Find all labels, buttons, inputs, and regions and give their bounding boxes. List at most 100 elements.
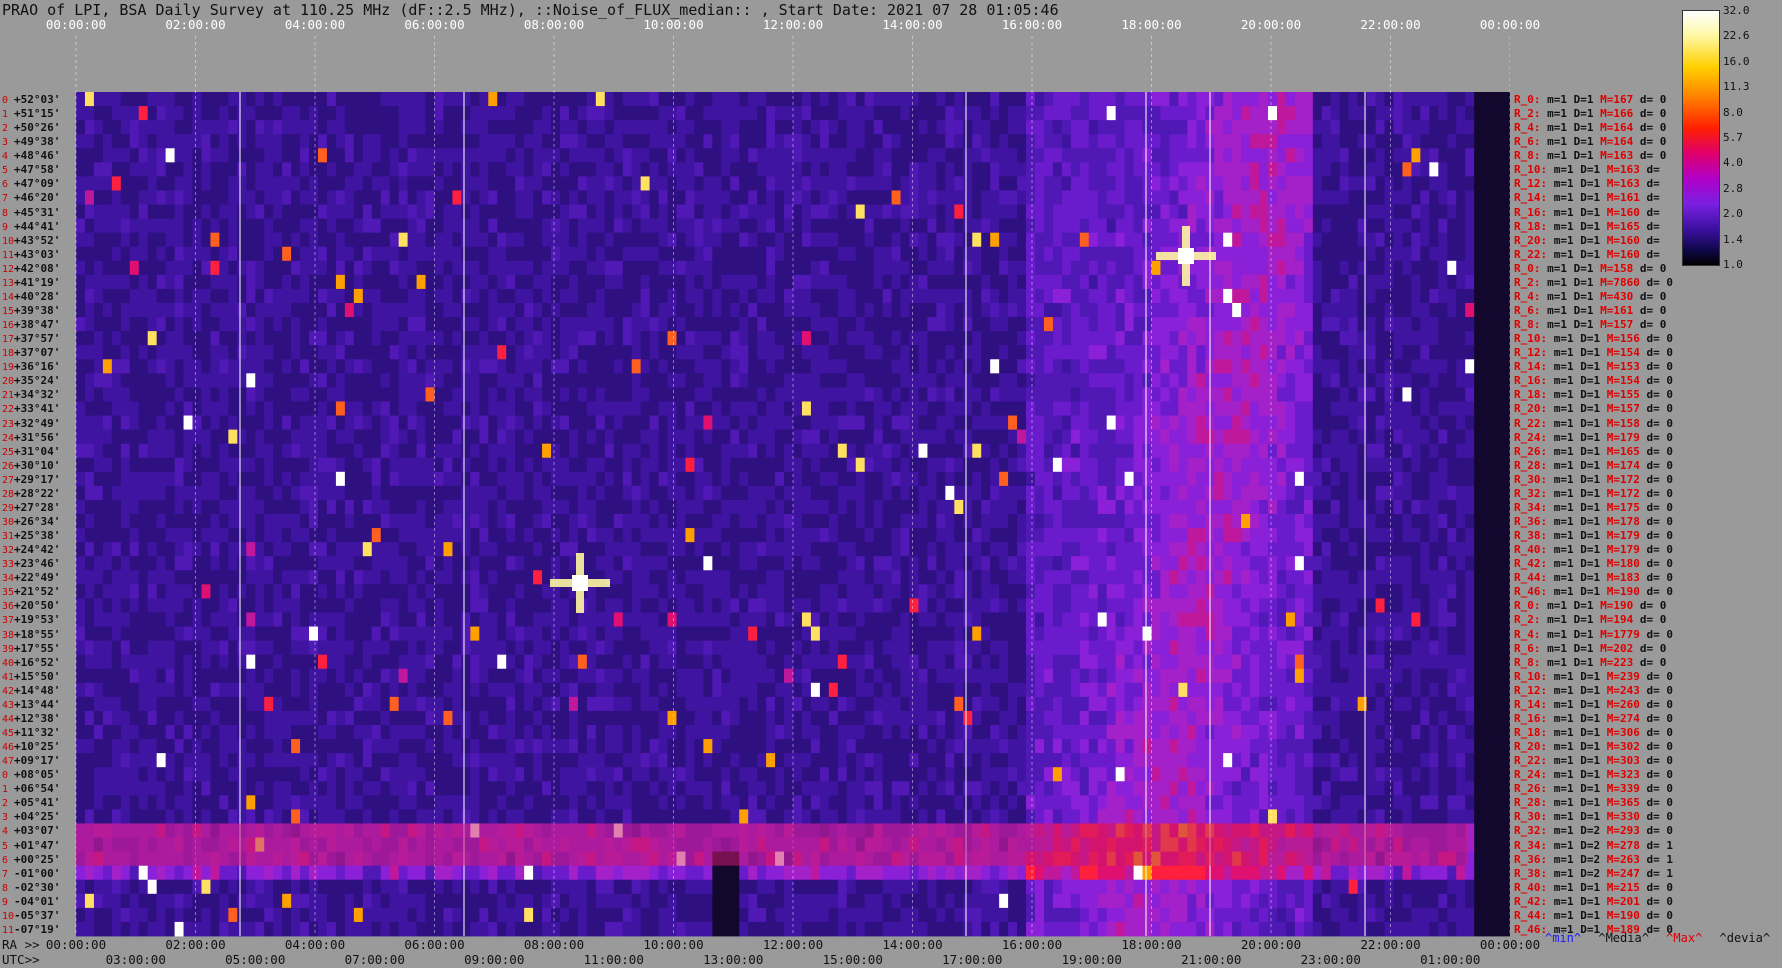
heatmap-cell (317, 288, 328, 304)
heatmap-cell (479, 288, 489, 304)
heatmap-cell (730, 162, 740, 177)
heatmap-cell (775, 134, 785, 149)
heatmap-cell (766, 92, 776, 107)
heatmap-cell (730, 387, 740, 402)
heatmap-cell (416, 415, 426, 430)
heatmap-cell (1321, 232, 1332, 248)
heatmap-cell (846, 218, 857, 234)
heatmap-cell (479, 162, 489, 177)
heatmap-cell (1160, 92, 1170, 107)
heatmap-cell (1133, 457, 1143, 473)
heatmap-cell (999, 345, 1009, 360)
heatmap-cell (416, 387, 426, 402)
heatmap-cell (183, 303, 193, 318)
heatmap-cell (981, 92, 991, 107)
heatmap-cell (1178, 190, 1188, 205)
heatmap-cell (631, 415, 642, 430)
heatmap-cell (246, 246, 256, 262)
heatmap-cell (1447, 303, 1457, 318)
heatmap-cell (963, 317, 973, 332)
heatmap-cell (524, 260, 534, 276)
heatmap-cell (1079, 274, 1090, 290)
heatmap-cell (1348, 471, 1359, 487)
heatmap-cell (855, 303, 866, 318)
heatmap-cell (219, 345, 229, 360)
heatmap-cell (622, 429, 633, 445)
heatmap-cell (1106, 260, 1117, 276)
heatmap-cell (93, 415, 104, 430)
heatmap-cell (1008, 359, 1018, 374)
heatmap-cell (1196, 148, 1206, 163)
heatmap-cell (685, 260, 695, 276)
heatmap-cell (533, 345, 543, 360)
heatmap-cell (748, 176, 758, 191)
heatmap-cell (344, 471, 355, 487)
heatmap-cell (255, 359, 265, 374)
heatmap-cell (1241, 190, 1251, 205)
heatmap-cell (237, 148, 247, 163)
heatmap-cell (246, 471, 256, 487)
heatmap-cell (703, 176, 713, 191)
heatmap-cell (1187, 176, 1197, 191)
heatmap-cell (1393, 457, 1403, 473)
heatmap-cell (84, 274, 95, 290)
heatmap-cell (837, 148, 848, 163)
heatmap-cell (873, 457, 884, 473)
heatmap-cell (784, 373, 794, 388)
heatmap-cell (828, 190, 839, 205)
heatmap-cell (371, 134, 382, 149)
heatmap-cell (76, 401, 86, 416)
heatmap-cell (1124, 485, 1134, 501)
heatmap-cell (999, 415, 1009, 430)
heatmap-cell (380, 317, 391, 332)
heatmap-cell (1223, 387, 1233, 402)
heatmap-cell (1420, 429, 1430, 445)
heatmap-cell (102, 274, 113, 290)
heatmap-cell (801, 415, 812, 430)
heatmap-cell (201, 429, 211, 445)
heatmap-cell (784, 274, 794, 290)
heatmap-cell (1474, 260, 1484, 276)
heatmap-cell (488, 443, 498, 459)
heatmap-cell (1402, 331, 1412, 346)
heatmap-cell (586, 443, 597, 459)
heatmap-cell (1456, 190, 1466, 205)
heatmap-cell (1250, 204, 1260, 219)
heatmap-cell (506, 514, 516, 529)
heatmap-cell (1250, 443, 1260, 459)
heatmap-cell (273, 429, 283, 445)
heatmap-cell (425, 176, 435, 191)
heatmap-cell (1026, 190, 1036, 205)
heatmap-cell (237, 303, 247, 318)
heatmap-cell (1196, 443, 1206, 459)
heatmap-cell (192, 331, 202, 346)
heatmap-cell (1178, 92, 1188, 107)
heatmap-cell (201, 528, 211, 543)
heatmap-cell (1339, 92, 1350, 107)
heatmap-cell (102, 331, 113, 346)
heatmap-cell (129, 443, 140, 459)
heatmap-cell (434, 303, 444, 318)
heatmap-cell (1124, 401, 1134, 416)
heatmap-cell (551, 485, 561, 501)
heatmap-cell (801, 190, 812, 205)
heatmap-cell (1196, 331, 1206, 346)
heatmap-cell (640, 162, 650, 177)
heatmap-cell (228, 162, 238, 177)
heatmap-cell (470, 148, 480, 163)
heatmap-cell (1474, 373, 1484, 388)
heatmap-cell (1420, 274, 1430, 290)
heatmap-cell (1026, 345, 1036, 360)
heatmap-cell (1259, 232, 1269, 248)
heatmap-cell (954, 134, 964, 149)
heatmap-cell (102, 359, 113, 374)
heatmap-cell (1303, 457, 1314, 473)
heatmap-cell (111, 331, 122, 346)
heatmap-cell (425, 92, 435, 107)
heatmap-cell (1339, 373, 1350, 388)
heatmap-cell (1115, 148, 1126, 163)
heatmap-cell (882, 190, 892, 205)
heatmap-cell (1348, 204, 1359, 219)
heatmap-cell (1492, 92, 1502, 107)
heatmap-cell (945, 401, 955, 416)
